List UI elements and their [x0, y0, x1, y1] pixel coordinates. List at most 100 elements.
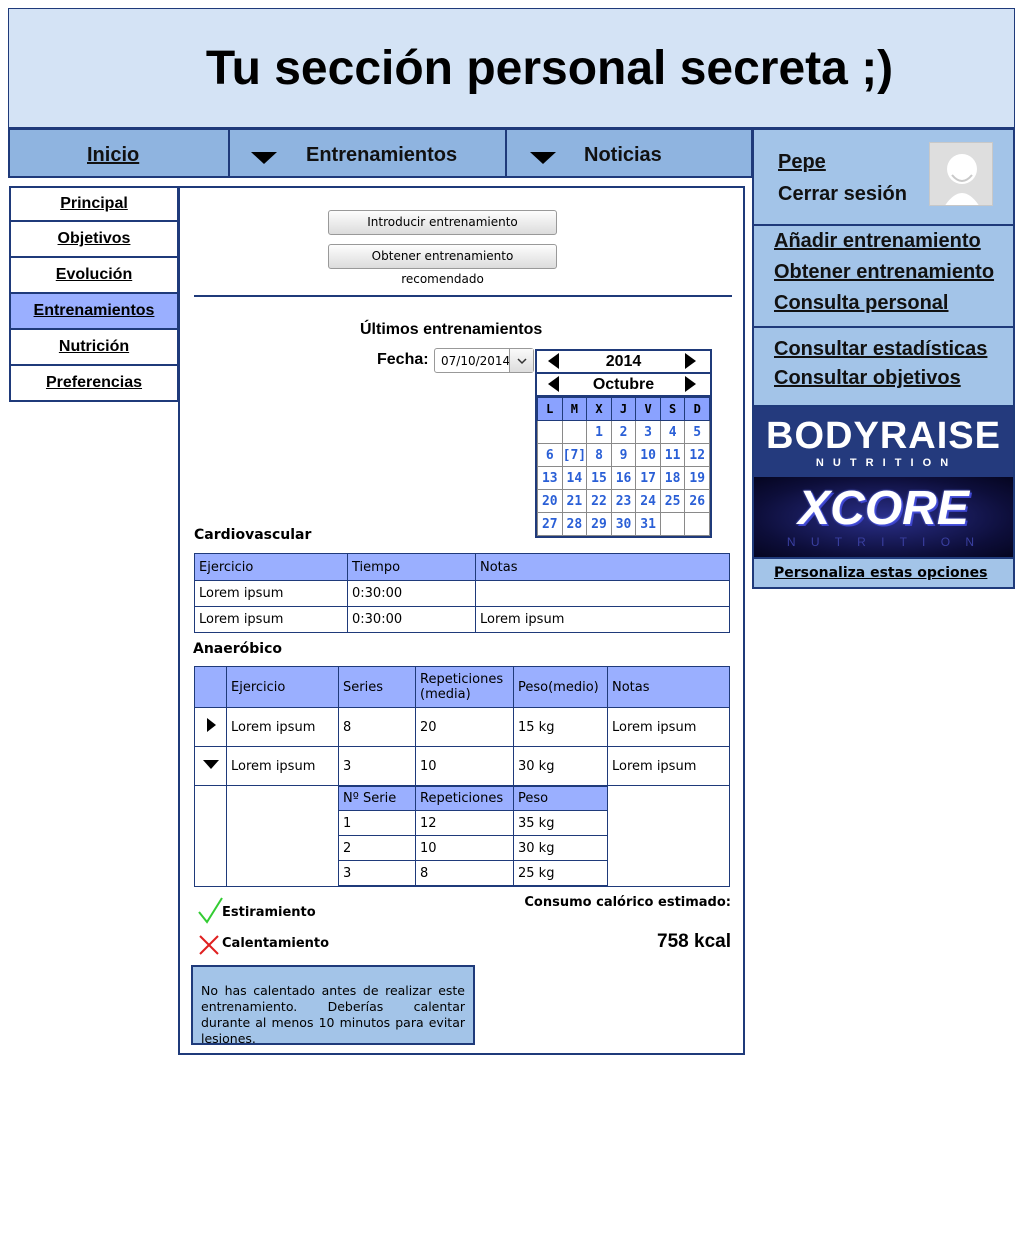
calendar-day[interactable]: 5: [684, 420, 710, 444]
objectives-link[interactable]: Consultar objetivos: [774, 367, 961, 390]
table-cell: Lorem ipsum: [226, 746, 339, 786]
calendar-day[interactable]: 6: [537, 443, 563, 467]
prev-year-icon[interactable]: [548, 353, 559, 369]
date-input[interactable]: 07/10/2014: [434, 348, 534, 373]
calendar-day[interactable]: 30: [610, 512, 637, 536]
next-year-icon[interactable]: [685, 353, 696, 369]
table-cell: 0:30:00: [347, 606, 476, 633]
column-header: Repeticiones: [415, 786, 514, 811]
cardio-table: Ejercicio Tiempo Notas Lorem ipsum 0:30:…: [194, 553, 730, 633]
calendar-day[interactable]: 14: [561, 466, 588, 490]
prev-month-icon[interactable]: [548, 376, 559, 392]
calendar-day[interactable]: 16: [610, 466, 637, 490]
add-training-link[interactable]: Añadir entrenamiento: [774, 230, 981, 253]
nav-news[interactable]: Noticias: [505, 130, 751, 176]
calendar-day[interactable]: 22: [586, 489, 612, 513]
calendar-day[interactable]: 4: [659, 420, 686, 444]
expand-row-button[interactable]: [194, 707, 227, 747]
recommend-training-button[interactable]: Obtener entrenamiento recomendado: [328, 244, 557, 286]
calendar-day[interactable]: 3: [635, 420, 661, 444]
calendar-day[interactable]: 23: [610, 489, 637, 513]
table-cell: [475, 580, 730, 607]
weekday: M: [561, 397, 588, 421]
calendar-day[interactable]: 15: [586, 466, 612, 490]
calendar-day[interactable]: [537, 420, 563, 444]
left-menu-item-evolucion[interactable]: Evolución: [9, 258, 179, 294]
calendar-day[interactable]: 9: [610, 443, 637, 467]
date-label: Fecha:: [377, 351, 429, 368]
weekday: S: [659, 397, 686, 421]
nav-news-label: Noticias: [584, 144, 662, 166]
check-icon: [198, 897, 223, 924]
personal-query-link[interactable]: Consulta personal: [774, 292, 948, 315]
warmup-label: Calentamiento: [222, 936, 330, 951]
date-value: 07/10/2014: [441, 354, 511, 368]
table-cell: 10: [415, 835, 514, 861]
calendar-day[interactable]: 25: [659, 489, 686, 513]
table-row: Lorem ipsum 0:30:00: [194, 580, 730, 607]
nav-trainings[interactable]: Entrenamientos: [228, 130, 505, 176]
calendar-day[interactable]: 21: [561, 489, 588, 513]
calendar-day[interactable]: 17: [635, 466, 661, 490]
user-section: Pepe Cerrar sesión: [754, 130, 1013, 226]
table-cell: 0:30:00: [347, 580, 476, 607]
date-dropdown-button[interactable]: [509, 349, 533, 372]
user-icon: [945, 154, 979, 205]
calendar-day[interactable]: 12: [684, 443, 710, 467]
stretching-label: Estiramiento: [222, 905, 316, 920]
column-header: Series: [338, 666, 416, 708]
calendar-day[interactable]: [684, 512, 710, 536]
left-menu-item-preferencias[interactable]: Preferencias: [9, 366, 179, 402]
cardio-label: Cardiovascular: [194, 527, 312, 543]
table-cell: Lorem ipsum: [194, 580, 348, 607]
calendar-day[interactable]: [561, 420, 588, 444]
left-menu-item-entrenamientos[interactable]: Entrenamientos: [9, 294, 179, 330]
calendar-day[interactable]: 18: [659, 466, 686, 490]
page-header: Tu sección personal secreta ;): [8, 8, 1015, 128]
left-menu-item-principal[interactable]: Principal: [9, 186, 179, 222]
calendar-day[interactable]: 10: [635, 443, 661, 467]
add-training-button[interactable]: Introducir entrenamiento: [328, 210, 557, 235]
nav-home[interactable]: Inicio: [10, 130, 228, 176]
calendar-year: 2014: [605, 353, 642, 370]
table-cell: 30 kg: [513, 746, 608, 786]
anaerobic-label: Anaeróbico: [193, 641, 283, 657]
nav-home-label: Inicio: [87, 144, 140, 166]
customize-link[interactable]: Personaliza estas opciones: [774, 565, 987, 581]
table-row: 1 12 35 kg: [338, 810, 608, 836]
table-cell: Lorem ipsum: [226, 707, 339, 747]
calendar-day[interactable]: 19: [684, 466, 710, 490]
column-header: Ejercicio: [226, 666, 339, 708]
table-row: Lorem ipsum 3 10 30 kg Lorem ipsum: [194, 746, 730, 786]
stats-link[interactable]: Consultar estadísticas: [774, 338, 987, 361]
calendar-day[interactable]: 20: [537, 489, 563, 513]
next-month-icon[interactable]: [685, 376, 696, 392]
column-header: Peso(medio): [513, 666, 608, 708]
username-link[interactable]: Pepe: [778, 151, 826, 174]
series-subtable: Nº Serie Repeticiones Peso 1 12 35 kg 2 …: [338, 786, 608, 886]
calendar-day-selected[interactable]: [7]: [561, 443, 588, 467]
calendar-day[interactable]: 11: [659, 443, 686, 467]
calendar-day[interactable]: 2: [610, 420, 637, 444]
get-training-link[interactable]: Obtener entrenamiento: [774, 261, 994, 284]
calendar-day[interactable]: 13: [537, 466, 563, 490]
table-row: Lorem ipsum 8 20 15 kg Lorem ipsum: [194, 707, 730, 747]
left-menu-item-objetivos[interactable]: Objetivos: [9, 222, 179, 258]
calendar-day[interactable]: 8: [586, 443, 612, 467]
table-row: 2 10 30 kg: [338, 835, 608, 861]
calendar-day[interactable]: 26: [684, 489, 710, 513]
calendar-day[interactable]: 31: [635, 512, 661, 536]
calendar-day[interactable]: 29: [586, 512, 612, 536]
calendar-day[interactable]: 1: [586, 420, 612, 444]
calendar-day[interactable]: 24: [635, 489, 661, 513]
bodyraise-ad[interactable]: BODYRAISE N U T R I T I O N: [754, 407, 1013, 477]
collapse-row-button[interactable]: [194, 746, 227, 786]
calendar-day[interactable]: 28: [561, 512, 588, 536]
calendar-day[interactable]: 27: [537, 512, 563, 536]
left-menu-item-nutricion[interactable]: Nutrición: [9, 330, 179, 366]
column-header: Repeticiones (media): [415, 666, 514, 708]
calendar-day[interactable]: [659, 512, 686, 536]
table-cell: 12: [415, 810, 514, 836]
logout-link[interactable]: Cerrar sesión: [778, 183, 907, 206]
xcore-ad[interactable]: XCORE N U T R I T I O N: [754, 477, 1013, 557]
